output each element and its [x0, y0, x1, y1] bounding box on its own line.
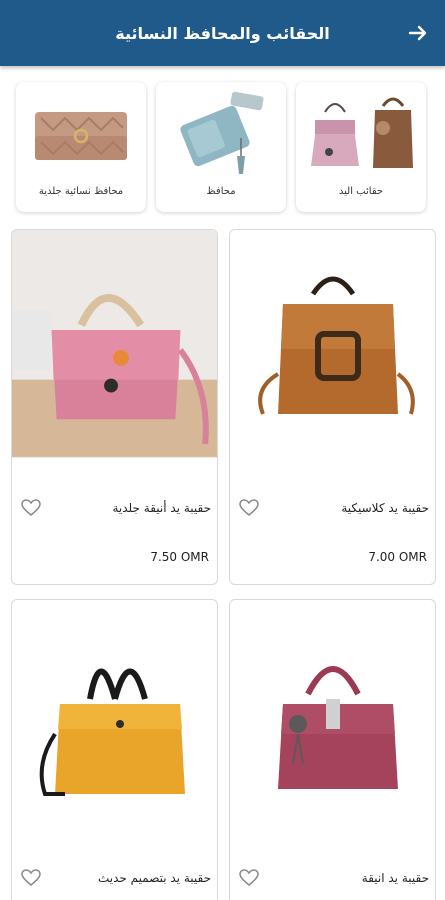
favorite-button[interactable]: [20, 497, 42, 519]
handbags-image: [306, 90, 416, 182]
back-button[interactable]: [403, 18, 433, 48]
heart-icon: [21, 499, 41, 516]
category-label: محافظ: [206, 186, 236, 197]
product-image-yellow-handbag: [12, 600, 217, 828]
product-name: حقيبة يد انيقة: [361, 871, 429, 885]
product-card[interactable]: حقيبة يد كلاسيكية 7.00 OMR: [229, 229, 436, 585]
product-name: حقيبة يد كلاسيكية: [341, 501, 429, 515]
category-handbags[interactable]: حقائب اليد: [296, 82, 426, 212]
product-title-row: حقيبة يد انيقة: [230, 866, 435, 890]
heart-icon: [239, 499, 259, 516]
product-title-row: حقيبة يد أنيقة جلدية: [12, 496, 217, 520]
top-app-bar: الحقائب والمحافظ النسائية: [0, 0, 445, 66]
product-card[interactable]: حقيبة يد انيقة: [229, 599, 436, 900]
app-screen: الحقائب والمحافظ النسائية محافظ نسائية ج…: [0, 0, 445, 900]
heart-icon: [239, 869, 259, 886]
product-image-rose-handbag: [230, 600, 435, 828]
product-image-brown-handbag: [230, 230, 435, 458]
product-price: 7.00 OMR: [368, 550, 427, 564]
arrow-right-icon: [408, 25, 427, 41]
leather-wallet-image: [26, 90, 136, 182]
heart-icon: [21, 869, 41, 886]
favorite-button[interactable]: [20, 867, 42, 889]
product-card[interactable]: حقيبة يد بتصميم حديث: [11, 599, 218, 900]
favorite-button[interactable]: [238, 497, 260, 519]
category-label: حقائب اليد: [338, 186, 384, 197]
product-card[interactable]: حقيبة يد أنيقة جلدية 7.50 OMR: [11, 229, 218, 585]
product-name: حقيبة يد أنيقة جلدية: [112, 501, 211, 515]
category-row: محافظ نسائية جلدية محافظ حقائب اليد: [16, 82, 426, 212]
category-leather-wallets[interactable]: محافظ نسائية جلدية: [16, 82, 146, 212]
page-title: الحقائب والمحافظ النسائية: [115, 23, 330, 43]
category-wallets[interactable]: محافظ: [156, 82, 286, 212]
product-image-pink-handbag: [12, 230, 217, 458]
product-title-row: حقيبة يد بتصميم حديث: [12, 866, 217, 890]
wallet-image: [166, 90, 276, 182]
favorite-button[interactable]: [238, 867, 260, 889]
product-name: حقيبة يد بتصميم حديث: [98, 871, 211, 885]
product-price: 7.50 OMR: [150, 550, 209, 564]
category-label: محافظ نسائية جلدية: [38, 186, 124, 197]
product-title-row: حقيبة يد كلاسيكية: [230, 496, 435, 520]
